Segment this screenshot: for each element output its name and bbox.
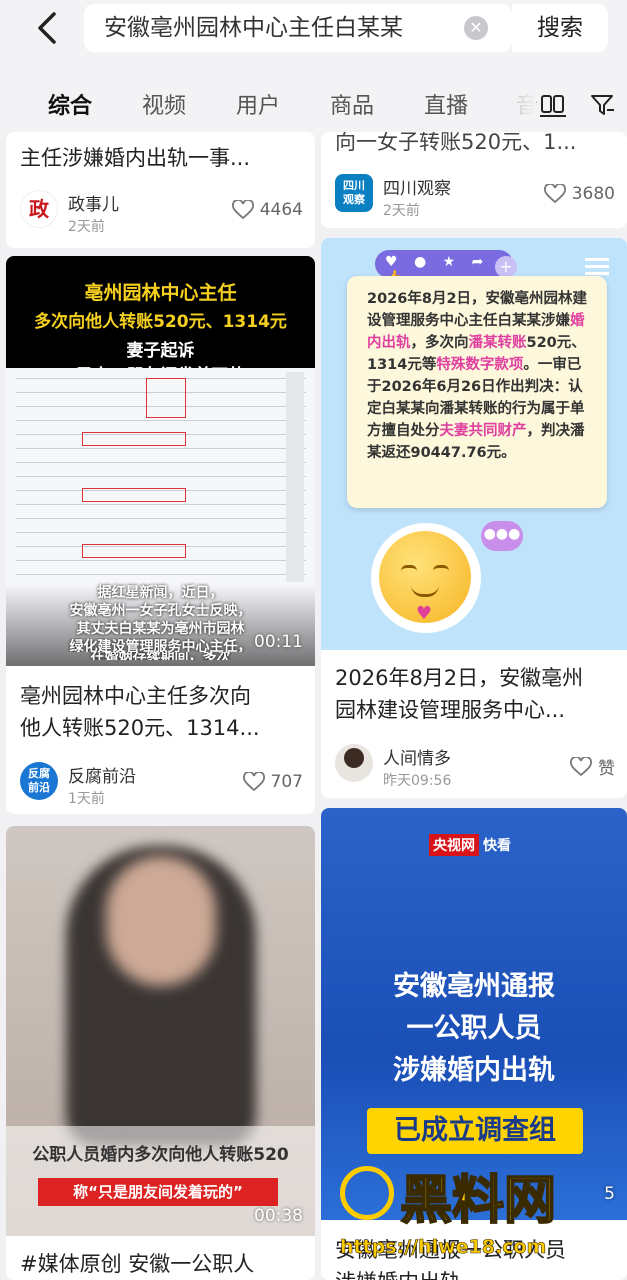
post-time: 2天前 — [383, 203, 420, 219]
like-number: 4464 — [259, 200, 303, 220]
thumb-headline: 亳州园林中心主任 — [84, 282, 237, 304]
thumb-header: 亳州园林中心主任 多次向他人转账520元、1314元 妻子起诉 男方：朋友间发着… — [6, 256, 315, 386]
like-label: 赞 — [598, 759, 615, 779]
avatar: 反腐 前沿 — [20, 762, 58, 800]
heart-icon — [231, 200, 254, 220]
watermark: 黑料网 https://hlwe18.com — [340, 1160, 610, 1280]
avatar: 政 — [20, 190, 58, 228]
smiling-emoji-icon: ♥ — [379, 531, 471, 624]
clear-icon[interactable]: ✕ — [464, 16, 488, 40]
watermark-url: https://hlwe18.com — [340, 1236, 547, 1259]
caption-line: 在婚姻存续期间，多次 — [90, 652, 231, 660]
author-name: 人间情多 — [383, 749, 451, 769]
filter-icon[interactable] — [590, 92, 616, 118]
card-title: 园林建设管理服务中心... — [335, 698, 566, 722]
thumb-banner-red: 称“只是朋友间发着玩的” — [38, 1178, 278, 1206]
thumb-caption: 据红星新闻，近日， 安徽亳州一女子孔女士反映， 其丈夫白某某为亳州市园林 绿化建… — [6, 584, 315, 666]
cctv-logo: 央视网 快看 — [429, 834, 515, 856]
author-name: 四川观察 — [383, 179, 451, 199]
search-input[interactable]: 安徽亳州园林中心主任白某某 — [104, 13, 456, 43]
watermark-text: 黑料网 — [399, 1170, 557, 1232]
thumb-headline: 多次向他人转账520元、1314元 — [34, 312, 287, 332]
result-card[interactable]: ♥ ● ★ ➦ 👍 + 2026年8月2日，安徽亳州园林建设管理服务中心主任白某… — [321, 238, 627, 798]
post-time: 昨天09:56 — [383, 773, 452, 789]
note-text: 2026年8月2日，安徽亳州园林建设管理服务中心主任白某某涉嫌婚内出轨，多次向潘… — [347, 276, 607, 508]
tab-live[interactable]: 直播 — [424, 88, 468, 120]
status-stamp: 已成立调查组 — [367, 1108, 583, 1154]
note-image: ♥ ● ★ ➦ 👍 + 2026年8月2日，安徽亳州园林建设管理服务中心主任白某… — [321, 238, 627, 650]
avatar — [335, 744, 373, 782]
post-time: 1天前 — [68, 791, 105, 807]
heart-icon — [570, 756, 592, 776]
post-time: 2天前 — [68, 219, 105, 235]
top-bar: 安徽亳州园林中心主任白某某 ✕ 搜索 综合 视频 用户 商品 直播 音 — [0, 0, 627, 141]
tab-users[interactable]: 用户 — [236, 88, 280, 120]
video-duration: 00:38 — [254, 1206, 303, 1226]
author-name: 反腐前沿 — [68, 767, 136, 787]
tab-goods[interactable]: 商品 — [330, 88, 374, 120]
watermark-logo-icon — [340, 1166, 394, 1220]
thumb-banner: 公职人员婚内多次向他人转账520 — [32, 1145, 289, 1165]
like-count[interactable]: 3680 — [543, 184, 615, 204]
layout-toggle-icon[interactable] — [540, 92, 566, 118]
video-thumbnail: 亳州园林中心主任 多次向他人转账520元、1314元 妻子起诉 男方：朋友间发着… — [6, 256, 315, 666]
card-title: 2026年8月2日，安徽亳州 — [335, 666, 584, 690]
tab-video[interactable]: 视频 — [142, 88, 186, 120]
avatar: 四川 观察 — [335, 174, 373, 212]
card-title: 他人转账520元、1314... — [20, 716, 260, 740]
back-button[interactable] — [28, 8, 68, 48]
card-title: 向一女子转账520元、1... — [335, 132, 577, 154]
search-button[interactable]: 搜索 — [512, 4, 608, 52]
result-card[interactable]: 主任涉嫌婚内出轨一事... 政 政事儿 2天前 4464 — [6, 132, 315, 248]
video-thumbnail: 公职人员婚内多次向他人转账520 称“只是朋友间发着玩的” 00:38 — [6, 826, 315, 1236]
video-duration: 00:11 — [254, 632, 303, 652]
result-card[interactable]: 公职人员婚内多次向他人转账520 称“只是朋友间发着玩的” 00:38 #媒体原… — [6, 826, 315, 1280]
search-box[interactable]: 安徽亳州园林中心主任白某某 ✕ — [84, 4, 512, 52]
like-count[interactable]: 707 — [242, 772, 303, 792]
card-title: #媒体原创 安徽一公职人 — [20, 1252, 255, 1276]
like-count[interactable]: 赞 — [570, 754, 615, 779]
tab-fade — [500, 80, 536, 120]
caption-line: 安徽亳州一女子孔女士反映， — [69, 603, 252, 619]
heart-icon — [543, 184, 566, 204]
card-title: 亳州园林中心主任多次向 — [20, 684, 251, 708]
thumb-headline: 安徽亳州通报 一公职人员 涉嫌婚内出轨 — [393, 971, 555, 1086]
caption-line: 据红星新闻，近日， — [97, 585, 224, 601]
heart-icon — [242, 772, 265, 792]
like-number: 707 — [270, 772, 303, 792]
chevron-left-icon — [38, 12, 56, 44]
tab-all[interactable]: 综合 — [48, 88, 92, 120]
thumb-headline: 妻子起诉 — [126, 341, 195, 361]
author-name: 政事儿 — [68, 195, 119, 215]
result-card[interactable]: 向一女子转账520元、1... 四川 观察 四川观察 2天前 3680 — [321, 132, 627, 228]
like-count[interactable]: 4464 — [231, 200, 303, 220]
like-number: 3680 — [571, 184, 615, 204]
emoji-toolbar: ♥ ● ★ ➦ 👍 — [375, 250, 513, 286]
card-title: 主任涉嫌婚内出轨一事... — [20, 146, 251, 170]
chat-bubble-icon: ●●● — [481, 521, 523, 551]
result-card[interactable]: 亳州园林中心主任 多次向他人转账520元、1314元 妻子起诉 男方：朋友间发着… — [6, 256, 315, 814]
menu-icon — [585, 258, 609, 261]
